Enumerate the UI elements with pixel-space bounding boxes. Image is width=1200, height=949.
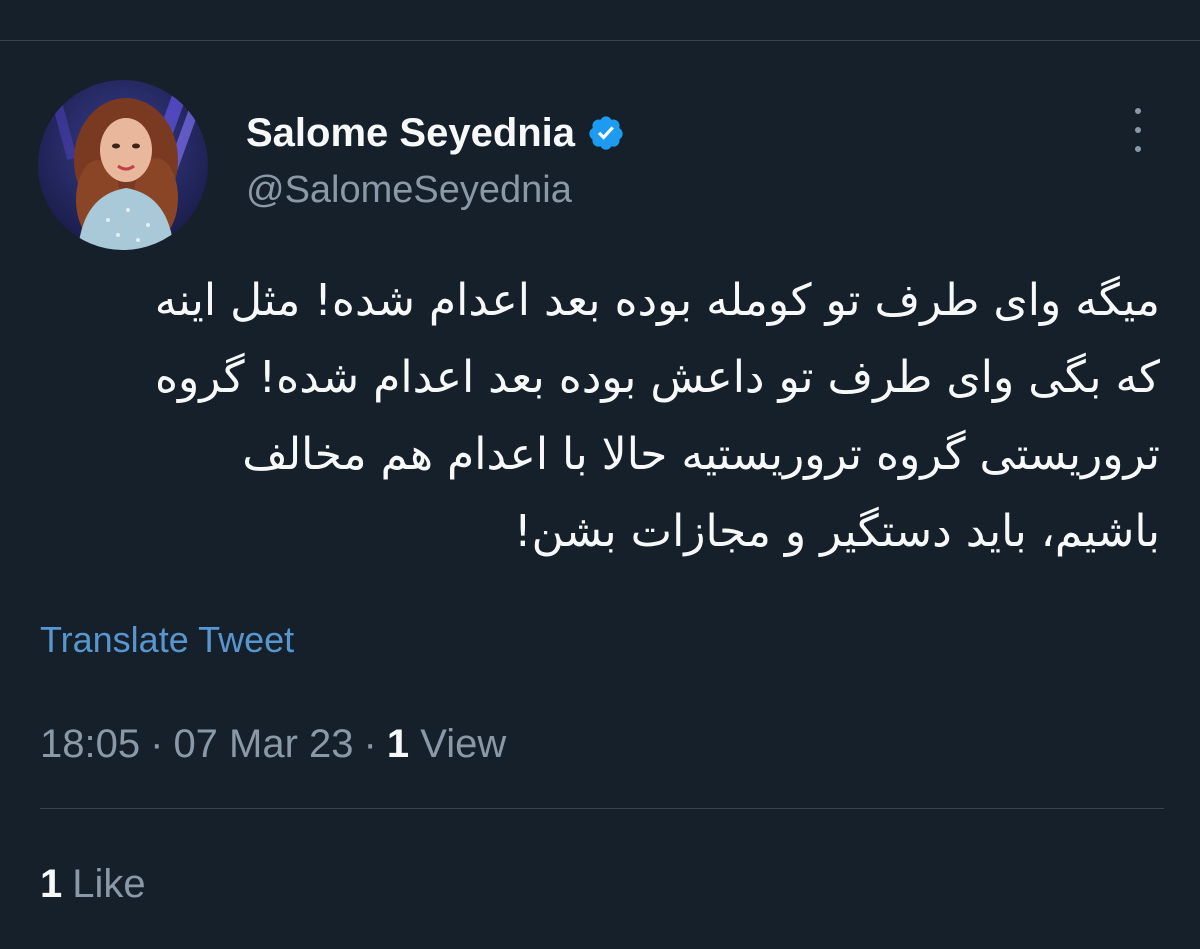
likes-label: Like [72,862,146,906]
stats-divider [40,808,1164,809]
more-dot [1135,146,1141,152]
more-dot [1135,108,1141,114]
more-vertical-icon[interactable] [1118,108,1158,152]
views-label: View [420,722,507,766]
avatar[interactable] [38,80,208,250]
verified-badge-icon [587,114,625,152]
likes-link[interactable]: 1 Like [40,860,146,908]
views-count: 1 [386,722,410,766]
meta-separator: · [363,722,377,766]
tweet-text-line: تروریستی گروه تروریستیه حالا با اعدام هم… [242,429,1160,480]
views-link[interactable]: 1 View [387,722,506,766]
tweet-detail-page: Salome Seyednia @SalomeSeyednia میگه وای… [0,0,1200,949]
translate-tweet-link[interactable]: Translate Tweet [40,618,294,662]
meta-separator: · [150,722,164,766]
author-handle[interactable]: @SalomeSeyednia [246,166,572,214]
display-name[interactable]: Salome Seyednia [246,108,575,158]
tweet-text: میگه وای طرف تو کومله بوده بعد اعدام شده… [40,262,1160,570]
tweet-time[interactable]: 18:05 [40,722,140,766]
avatar-image [38,80,208,250]
tweet-meta: 18:05 · 07 Mar 23 · 1 View [40,720,506,768]
tweet-text-line: میگه وای طرف تو کومله بوده بعد اعدام شده… [154,275,1160,326]
tweet-text-line: که بگی وای طرف تو داعش بوده بعد اعدام شد… [155,352,1160,403]
more-dot [1135,127,1141,133]
author-row: Salome Seyednia [246,108,625,158]
tweet-date[interactable]: 07 Mar 23 [173,722,353,766]
tweet-text-line: باشیم، باید دستگیر و مجازات بشن! [514,506,1160,557]
likes-count: 1 [40,862,63,906]
top-divider [0,40,1200,41]
